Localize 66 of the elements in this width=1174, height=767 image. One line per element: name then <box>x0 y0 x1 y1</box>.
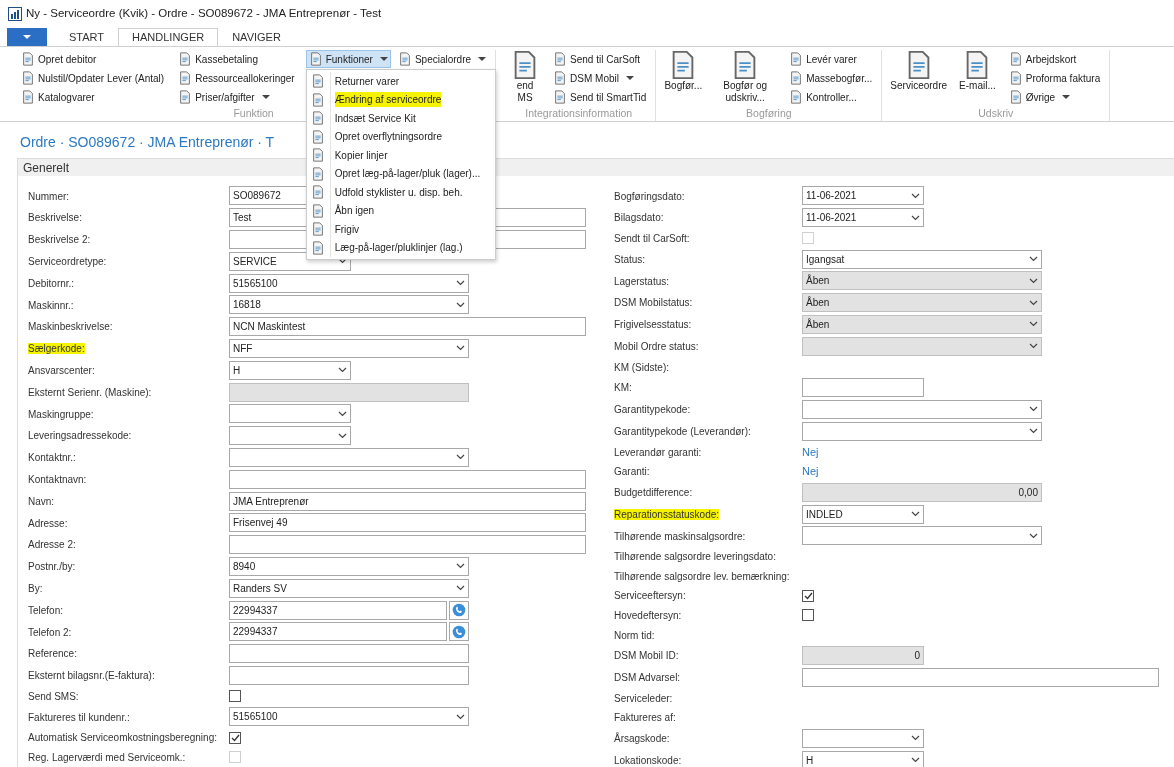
field-label: Lokationskode: <box>614 754 682 766</box>
field-label: Eksternt Serienr. (Maskine): <box>28 386 152 398</box>
dropdown-field: Åben <box>802 293 1042 313</box>
field-label: Maskingruppe: <box>28 408 94 420</box>
field-label: Navn: <box>28 495 55 507</box>
field-label: Serviceeftersyn: <box>614 590 686 602</box>
field-label: Debitornr.: <box>28 277 75 289</box>
field-label: Sendt til CarSoft: <box>614 233 690 245</box>
field-label: Bogføringsdato: <box>614 190 685 202</box>
input-field: 0,00 <box>802 482 1042 502</box>
field-label: Maskinbeskrivelse: <box>28 321 113 333</box>
field-label: Bilagsdato: <box>614 212 664 224</box>
field-label: Beskrivelse 2: <box>28 234 91 246</box>
field-label: Serviceordretype: <box>28 256 107 268</box>
dropdown-field: Åben <box>802 314 1042 334</box>
field-label: Telefon: <box>28 604 64 616</box>
field-label: Ansvarscenter: <box>28 365 95 376</box>
group-label: Funktion <box>233 107 274 119</box>
field-label: Adresse 2: <box>28 539 76 551</box>
group-label: Udskriv <box>978 107 1014 119</box>
field-label: Leverandør garanti: <box>614 446 702 458</box>
field-label: Serviceleder: <box>614 692 673 704</box>
field-label: Garantitypekode (Leverandør): <box>614 426 751 437</box>
field-label: Nummer: <box>28 190 70 202</box>
field-label: Eksternt bilagsnr.(E-faktura): <box>28 670 155 682</box>
field-label: Reparationsstatuskode: <box>614 508 720 520</box>
group-label: Bogføring <box>746 107 792 119</box>
field-label: Faktureres af: <box>614 712 676 724</box>
dropdown-field: Åben <box>802 271 1042 291</box>
field-label: Norm tid: <box>614 629 655 641</box>
field-label: Frigivelsesstatus: <box>614 319 692 331</box>
field-label: DSM Advarsel: <box>614 672 681 684</box>
field-label: Faktureres til kundenr.: <box>28 711 130 723</box>
field-label: Maskinnr.: <box>28 299 74 311</box>
field-label: By: <box>28 583 43 594</box>
field-label: KM (Sidste): <box>614 361 669 373</box>
field-label: Sælgerkode: <box>28 343 85 355</box>
field-label: Mobil Ordre status: <box>614 341 699 352</box>
field-label: Tilhørende salgsordre lev. bemærkning: <box>614 570 790 582</box>
field-label: Garantitypekode: <box>614 404 691 416</box>
field-label: Adresse: <box>28 517 68 529</box>
field-label: Telefon 2: <box>28 626 72 638</box>
field-label: Garanti: <box>614 466 650 478</box>
field-label: Budgetdifference: <box>614 487 693 498</box>
window-title: Ny - Serviceordre (Kvik) - Ordre - SO089672 - JMA Entreprenør - Test <box>26 6 382 22</box>
field-label: Kontaktnavn: <box>28 474 87 485</box>
field-label: Kontaktnr.: <box>28 452 76 464</box>
field-label: KM: <box>614 382 632 394</box>
page-title: Ordre · SO089672 · JMA Entreprenør · T <box>20 134 275 150</box>
field-label: Status: <box>614 253 646 265</box>
field-label: Automatisk Serviceomkostningsberegning: <box>28 732 217 744</box>
field-label: Reg. Lagerværdi med Serviceomk.: <box>28 751 186 763</box>
field-label: Leveringsadressekode: <box>28 430 132 442</box>
field-label: Tilhørende salgsordre leveringsdato: <box>614 551 776 563</box>
field-label: Reference: <box>28 648 77 660</box>
field-label: Beskrivelse: <box>28 212 82 224</box>
group-label: Integrationsinformation <box>525 107 633 119</box>
field-label: DSM Mobilstatus: <box>614 297 693 309</box>
field-label: Årsagskode: <box>614 733 670 745</box>
field-label: Lagerstatus: <box>614 275 670 287</box>
field-label: DSM Mobil ID: <box>614 650 679 662</box>
field-label: Send SMS: <box>28 690 79 702</box>
field-label: Postnr./by: <box>28 561 76 573</box>
field-label: Tilhørende maskinsalgsordre: <box>614 530 746 542</box>
field-label: Hovedeftersyn: <box>614 610 682 622</box>
input-field: 0 <box>802 646 924 666</box>
